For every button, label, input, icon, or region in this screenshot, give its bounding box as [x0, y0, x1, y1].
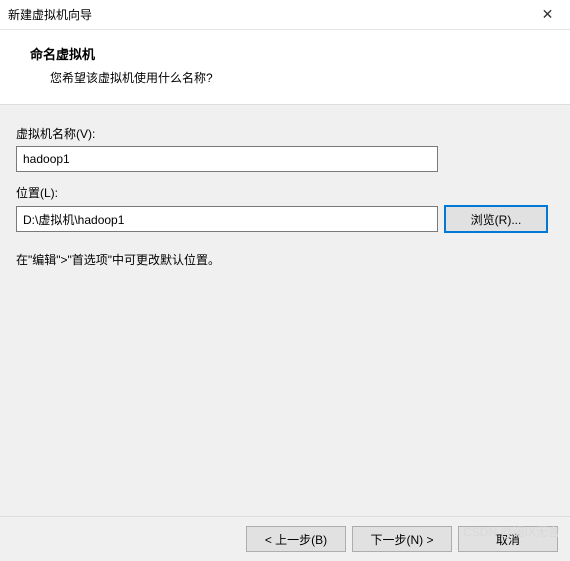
location-input[interactable] [16, 206, 438, 232]
window-title: 新建虚拟机向导 [8, 6, 92, 23]
vm-name-label: 虚拟机名称(V): [16, 125, 554, 142]
back-button[interactable]: < 上一步(B) [246, 526, 346, 552]
browse-button[interactable]: 浏览(R)... [444, 205, 548, 233]
vm-name-input[interactable] [16, 146, 438, 172]
close-button[interactable]: ✕ [525, 0, 570, 30]
wizard-content: 虚拟机名称(V): 位置(L): 浏览(R)... 在"编辑">"首选项"中可更… [0, 104, 570, 517]
location-row: 浏览(R)... [16, 205, 554, 233]
location-label: 位置(L): [16, 184, 554, 201]
page-subtitle: 您希望该虚拟机使用什么名称? [50, 69, 550, 86]
close-icon: ✕ [542, 6, 554, 23]
cancel-button[interactable]: 取消 [458, 526, 558, 552]
next-button[interactable]: 下一步(N) > [352, 526, 452, 552]
default-location-hint: 在"编辑">"首选项"中可更改默认位置。 [16, 251, 554, 268]
titlebar: 新建虚拟机向导 ✕ [0, 0, 570, 30]
wizard-footer: < 上一步(B) 下一步(N) > 取消 [0, 517, 570, 561]
page-title: 命名虚拟机 [30, 44, 550, 63]
wizard-header: 命名虚拟机 您希望该虚拟机使用什么名称? [0, 30, 570, 104]
